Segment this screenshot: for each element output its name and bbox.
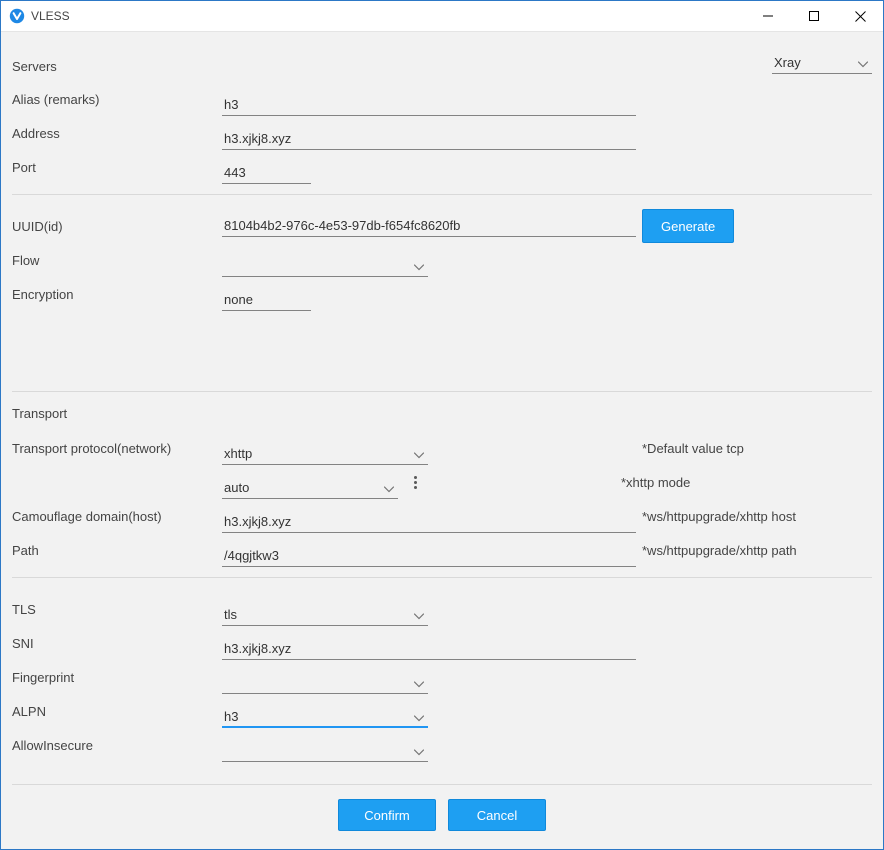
alpn-value: h3 xyxy=(224,709,238,724)
servers-heading: Servers xyxy=(12,59,772,74)
path-label: Path xyxy=(1,543,222,558)
form-area: Servers Xray Alias (remarks) xyxy=(1,42,883,784)
uuid-input[interactable] xyxy=(222,215,636,237)
tls-select[interactable]: tls xyxy=(222,604,428,626)
client-area: Servers Xray Alias (remarks) xyxy=(1,32,883,849)
flow-label: Flow xyxy=(1,253,222,268)
engine-select[interactable]: Xray xyxy=(772,52,872,74)
fingerprint-label: Fingerprint xyxy=(1,670,222,685)
confirm-button[interactable]: Confirm xyxy=(338,799,436,831)
minimize-button[interactable] xyxy=(745,1,791,31)
camouflage-host-input[interactable] xyxy=(222,511,636,533)
allowinsecure-select[interactable] xyxy=(222,740,428,762)
bottom-bar: Confirm Cancel xyxy=(12,784,872,849)
titlebar: VLESS xyxy=(1,1,883,32)
address-label: Address xyxy=(1,126,222,141)
transport-protocol-select[interactable]: xhttp xyxy=(222,443,428,465)
window-title: VLESS xyxy=(31,9,745,23)
alias-label: Alias (remarks) xyxy=(1,92,222,107)
sni-label: SNI xyxy=(1,636,222,651)
more-options-icon[interactable] xyxy=(412,472,419,493)
uuid-label: UUID(id) xyxy=(1,219,222,234)
generate-button[interactable]: Generate xyxy=(642,209,734,243)
encryption-label: Encryption xyxy=(1,287,222,302)
path-hint: *ws/httpupgrade/xhttp path xyxy=(632,543,883,558)
tls-value: tls xyxy=(224,607,237,622)
app-icon xyxy=(9,8,25,24)
cancel-button[interactable]: Cancel xyxy=(448,799,546,831)
xhttp-mode-value: auto xyxy=(224,480,249,495)
xhttp-mode-hint: *xhttp mode xyxy=(611,475,883,490)
maximize-button[interactable] xyxy=(791,1,837,31)
tls-label: TLS xyxy=(1,602,222,617)
transport-protocol-hint: *Default value tcp xyxy=(632,441,883,456)
port-input[interactable] xyxy=(222,162,311,184)
camouflage-host-hint: *ws/httpupgrade/xhttp host xyxy=(632,509,883,524)
fingerprint-select[interactable] xyxy=(222,672,428,694)
encryption-input[interactable] xyxy=(222,289,311,311)
transport-protocol-value: xhttp xyxy=(224,446,252,461)
path-input[interactable] xyxy=(222,545,636,567)
flow-select[interactable] xyxy=(222,255,428,277)
allowinsecure-label: AllowInsecure xyxy=(1,738,222,753)
address-input[interactable] xyxy=(222,128,636,150)
xhttp-mode-select[interactable]: auto xyxy=(222,477,398,499)
port-label: Port xyxy=(1,160,222,175)
window-controls xyxy=(745,1,883,31)
engine-value: Xray xyxy=(774,55,801,70)
camouflage-host-label: Camouflage domain(host) xyxy=(1,509,222,524)
sni-input[interactable] xyxy=(222,638,636,660)
transport-protocol-label: Transport protocol(network) xyxy=(1,441,222,456)
vless-window: VLESS Servers Xray xyxy=(0,0,884,850)
alpn-select[interactable]: h3 xyxy=(222,706,428,728)
alpn-label: ALPN xyxy=(1,704,222,719)
alias-input[interactable] xyxy=(222,94,636,116)
close-button[interactable] xyxy=(837,1,883,31)
transport-heading: Transport xyxy=(1,406,883,431)
